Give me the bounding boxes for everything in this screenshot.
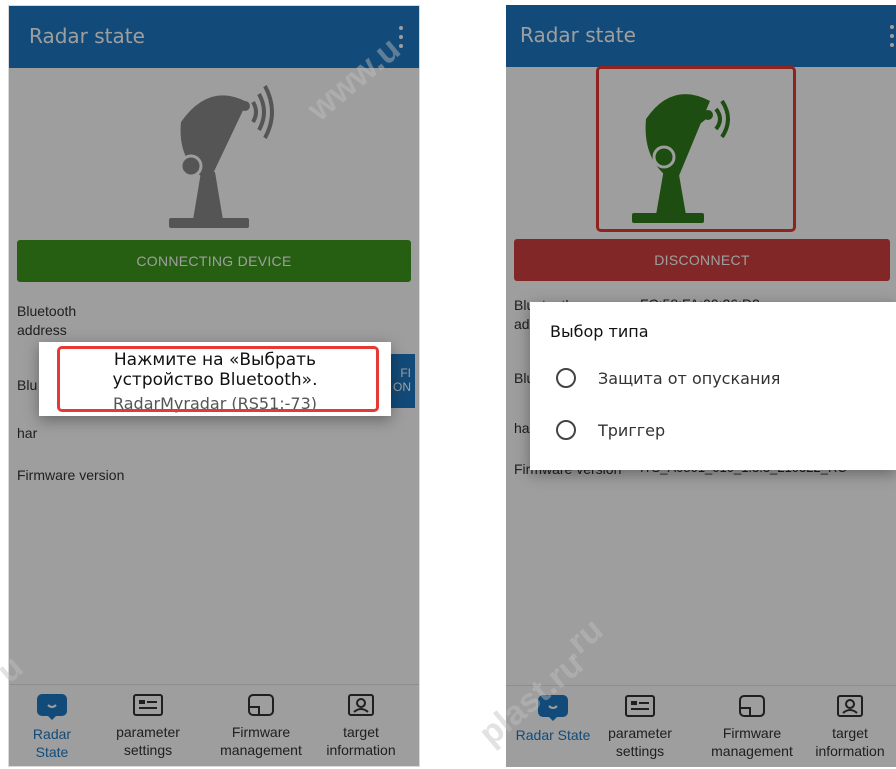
bluetooth-device-dialog: Нажмите на «Выбрать устройство Bluetooth…	[39, 342, 391, 416]
highlight-frame	[57, 346, 379, 412]
type-select-dialog: Выбор типа Защита от опускания Триггер	[530, 302, 896, 470]
radio-option-label: Триггер	[598, 420, 666, 440]
radio-button[interactable]	[556, 368, 576, 388]
radio-option-drop-protection[interactable]: Защита от опускания	[556, 368, 780, 388]
left-phone-screen: Radar state CONNECTING DEVICE Bluetooth …	[8, 5, 420, 767]
radio-option-trigger[interactable]: Триггер	[556, 420, 665, 440]
radio-option-label: Защита от опускания	[598, 368, 781, 388]
screenshot-canvas: Radar state CONNECTING DEVICE Bluetooth …	[0, 0, 896, 769]
radio-button[interactable]	[556, 420, 576, 440]
dialog-title: Выбор типа	[550, 322, 649, 341]
